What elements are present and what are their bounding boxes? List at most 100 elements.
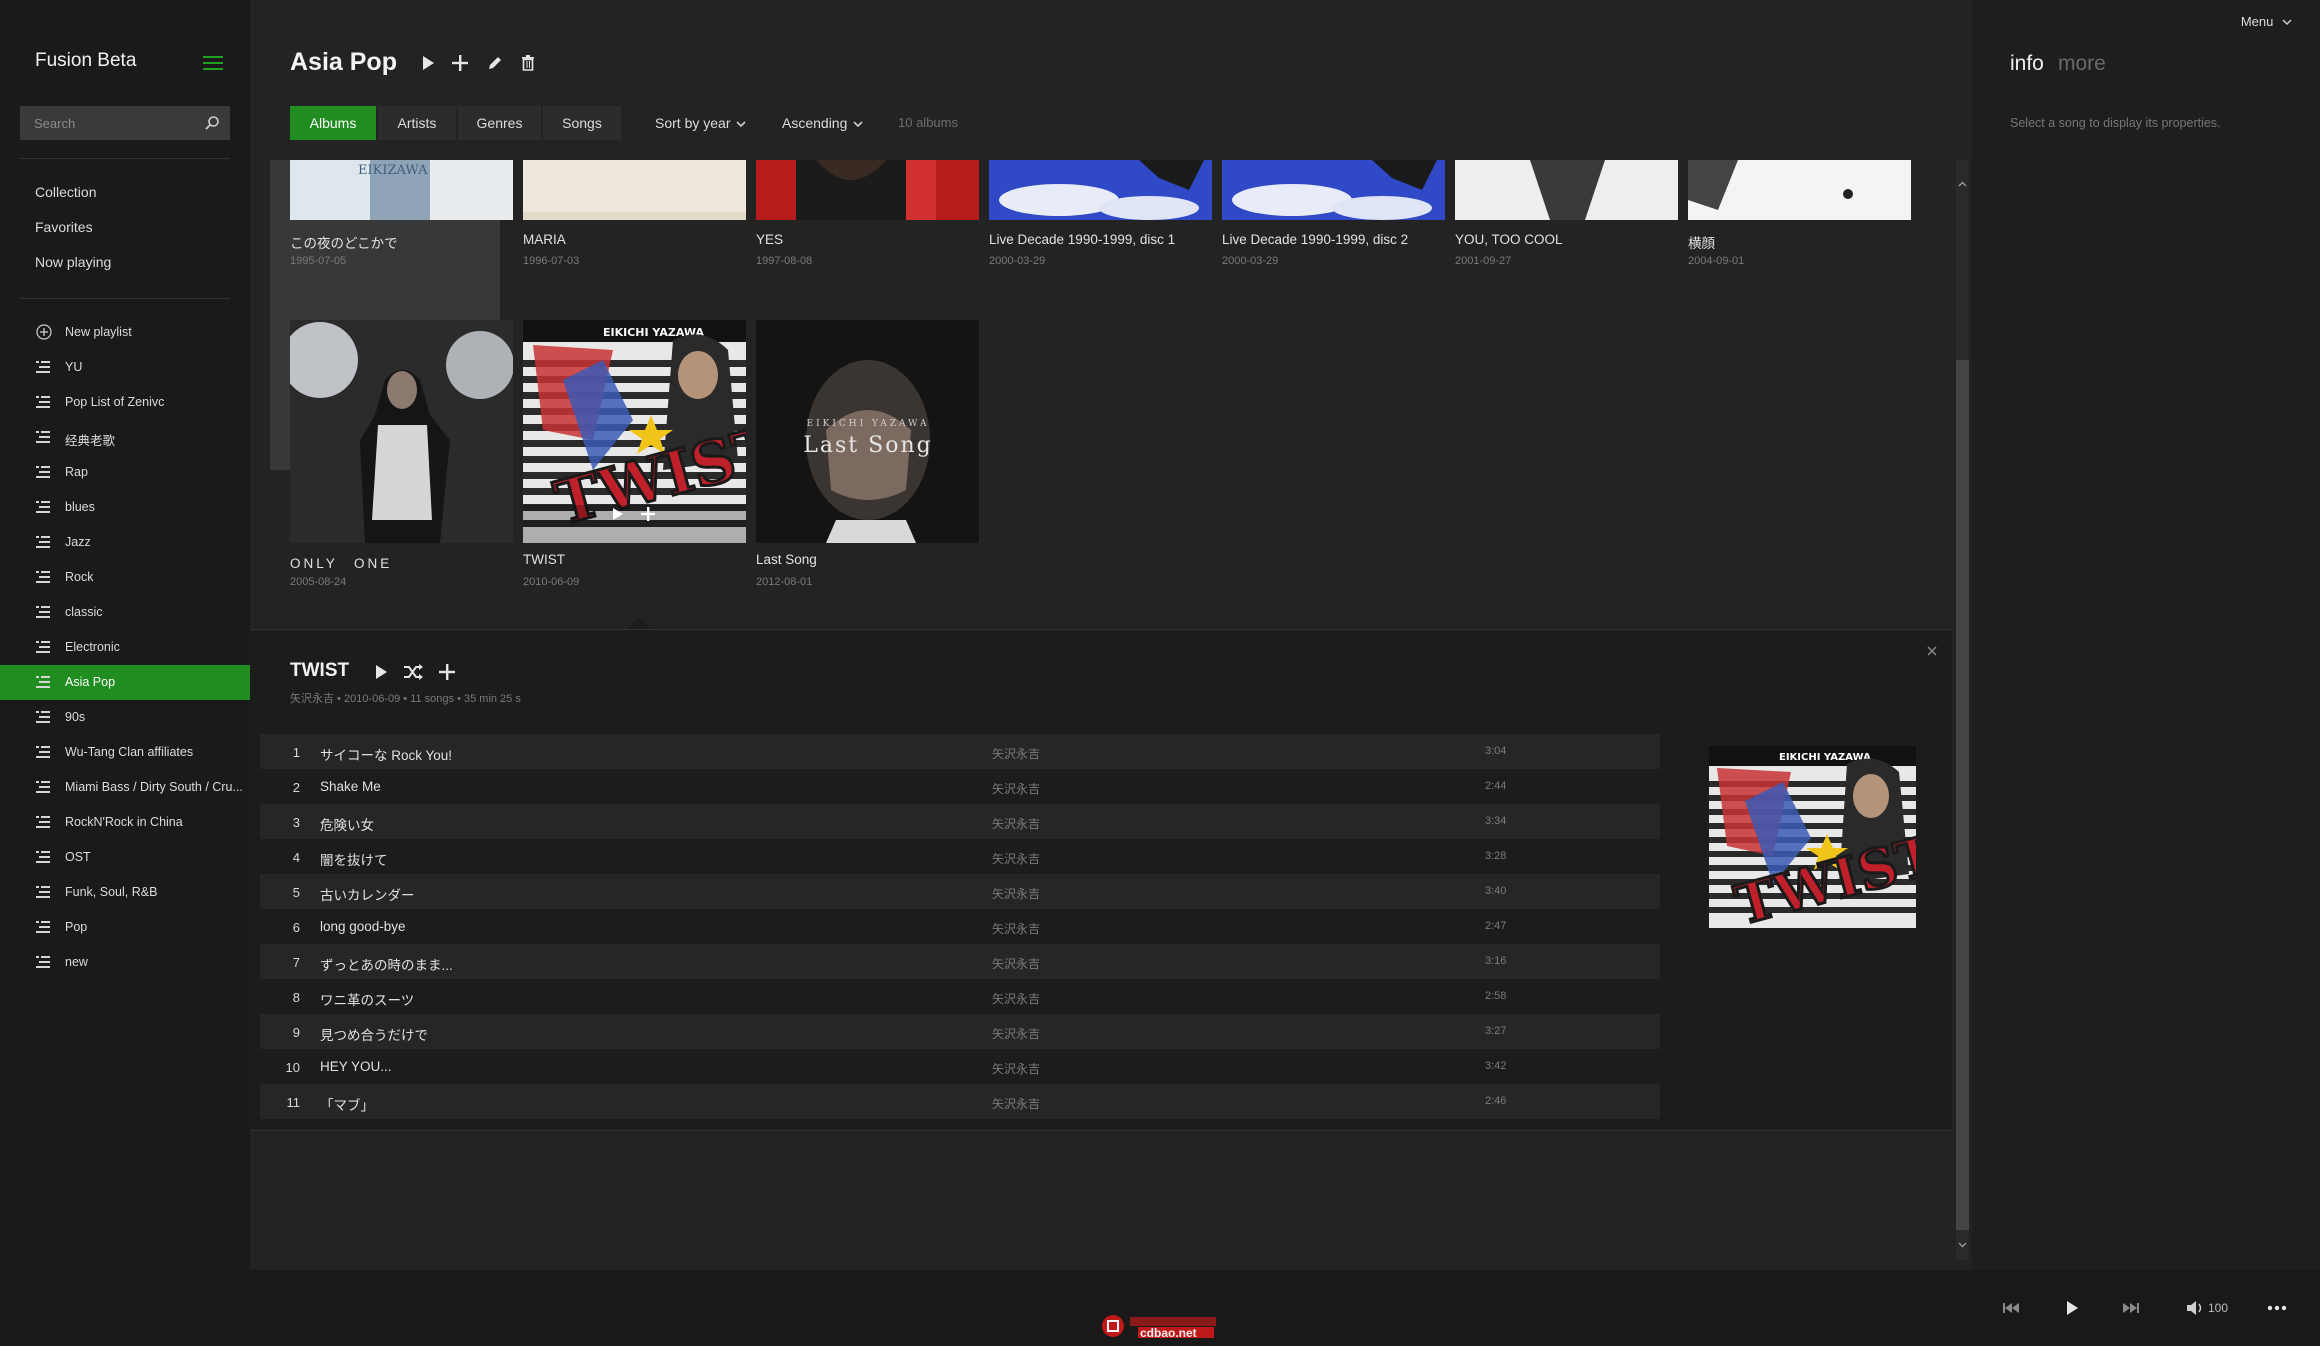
track-row[interactable]: 10 HEY YOU... 矢沢永吉 3:42 [260,1049,1660,1084]
shuffle-icon[interactable] [402,661,424,683]
track-title: 危険い女 [320,818,374,833]
track-title: サイコーな Rock You! [320,748,453,763]
sidebar-playlist-item[interactable]: Funk, Soul, R&B [0,875,250,910]
add-icon[interactable] [450,52,470,74]
album-date: 1997-08-08 [756,255,813,267]
watermark-text: cdbao.net [1140,1326,1197,1340]
tab-genres[interactable]: Genres [458,106,541,140]
track-row[interactable]: 3 危険い女 矢沢永吉 3:34 [260,804,1660,839]
track-row[interactable]: 7 ずっとあの時のまま... 矢沢永吉 3:16 [260,944,1660,979]
chevron-up-icon[interactable] [1958,180,1967,189]
playlist-icon [36,676,50,688]
add-icon[interactable] [436,661,458,683]
chevron-down-icon[interactable] [1958,1240,1967,1249]
hamburger-menu-icon[interactable] [203,56,223,70]
track-row[interactable]: 11 「マブ」 矢沢永吉 2:46 [260,1084,1660,1119]
close-icon[interactable] [1925,644,1939,658]
edit-icon[interactable] [485,52,505,74]
order-dropdown[interactable]: Ascending [782,106,863,140]
playlist-icon [36,886,50,898]
delete-icon[interactable] [518,52,538,74]
track-row[interactable]: 1 サイコーな Rock You! 矢沢永吉 3:04 [260,734,1660,769]
sidebar-playlist-item[interactable]: 经典老歌 [0,420,250,455]
track-number: 5 [292,885,300,900]
sidebar-playlist-item[interactable]: Electronic [0,630,250,665]
playlist-label: 90s [65,710,86,724]
tab-songs[interactable]: Songs [543,106,621,140]
play-icon[interactable] [418,52,438,74]
previous-icon[interactable] [1999,1297,2023,1319]
track-row[interactable]: 6 long good-bye 矢沢永吉 2:47 [260,909,1660,944]
playlist-label: Rock [65,570,94,584]
playlist-label: classic [65,605,103,619]
sort-dropdown[interactable]: Sort by year [655,106,747,140]
track-duration: 2:58 [1485,990,1507,1002]
sidebar-playlist-item[interactable]: Pop [0,910,250,945]
detail-meta: 矢沢永吉 • 2010-06-09 • 11 songs • 35 min 25… [290,693,521,705]
sidebar-playlist-item[interactable]: Rap [0,455,250,490]
sidebar-playlist-item[interactable]: Jazz [0,525,250,560]
tab-artists[interactable]: Artists [378,106,456,140]
track-duration: 3:16 [1485,955,1507,967]
detail-title: TWIST [290,660,350,681]
sidebar-playlist-item[interactable]: RockN'Rock in China [0,805,250,840]
tab-more[interactable]: more [2058,52,2106,76]
track-row[interactable]: 9 見つめ合うだけで 矢沢永吉 3:27 [260,1014,1660,1049]
playlist-label: Jazz [65,535,91,549]
new-playlist-button[interactable]: New playlist [0,315,250,350]
track-row[interactable]: 4 闇を抜けて 矢沢永吉 3:28 [260,839,1660,874]
sidebar-playlist-item[interactable]: 90s [0,700,250,735]
next-icon[interactable] [2119,1297,2143,1319]
play-icon[interactable] [610,506,626,522]
scrollbar[interactable] [1956,160,1969,1260]
play-icon[interactable] [370,661,392,683]
tab-albums[interactable]: Albums [290,106,376,140]
sidebar-playlist-item[interactable]: Miami Bass / Dirty South / Cru... [0,770,250,805]
album-count: 10 albums [898,115,958,130]
sidebar-playlist-item[interactable]: Rock [0,560,250,595]
track-duration: 2:46 [1485,1095,1507,1107]
add-icon[interactable] [640,506,656,522]
album-date: 2004-09-01 [1688,255,1745,267]
track-duration: 3:04 [1485,745,1507,757]
page-title: Asia Pop [290,48,397,76]
volume-icon[interactable] [2183,1297,2207,1319]
track-artist: 矢沢永吉 [992,747,1041,761]
play-icon[interactable] [2060,1297,2084,1319]
sidebar-playlist-item[interactable]: Pop List of Zenivc [0,385,250,420]
tab-info[interactable]: info [2010,52,2044,76]
volume-value: 100 [2208,1301,2229,1315]
track-row[interactable]: 2 Shake Me 矢沢永吉 2:44 [260,769,1660,804]
track-list: 1 サイコーな Rock You! 矢沢永吉 3:04 2 Shake Me 矢沢永吉 2:4… [260,734,1660,1119]
nav-favorites[interactable]: Favorites [35,219,93,235]
playlist-label: Electronic [65,640,120,654]
track-title: 古いカレンダー [320,888,415,903]
sidebar-playlist-item[interactable]: blues [0,490,250,525]
playlist-icon [36,431,50,443]
nav-collection[interactable]: Collection [35,184,96,200]
nav-now-playing[interactable]: Now playing [35,254,111,270]
album-grid: EIKIZAWA この夜のどこかで 1995-07-05 MARIA 1996-… [250,160,1952,629]
menu-button[interactable]: Menu [2241,14,2292,29]
sidebar-playlist-item[interactable]: Wu-Tang Clan affiliates [0,735,250,770]
album-art: EIKICHI YAZAWA TWIST [523,320,746,543]
track-title: HEY YOU... [320,1059,392,1074]
sidebar-playlist-item[interactable]: classic [0,595,250,630]
more-options-icon[interactable] [2265,1297,2289,1319]
sidebar-playlist-item[interactable]: YU [0,350,250,385]
track-row[interactable]: 8 ワニ革のスーツ 矢沢永吉 2:58 [260,979,1660,1014]
track-row[interactable]: 5 古いカレンダー 矢沢永吉 3:40 [260,874,1660,909]
search-icon[interactable] [204,115,220,131]
search-input[interactable] [20,106,196,140]
scrollbar-thumb[interactable] [1956,360,1969,1230]
album-title: この夜のどこかで [290,236,398,251]
sidebar-playlist-item[interactable]: Asia Pop [0,665,250,700]
album-date: 2010-06-09 [523,576,580,588]
playlist-icon [36,536,50,548]
app-title: Fusion Beta [35,50,137,71]
sidebar-playlist-item[interactable]: new [0,945,250,980]
sidebar-playlist-item[interactable]: OST [0,840,250,875]
album-cover: EIKICHI YAZAWA TWIST [1709,746,1916,928]
album-date: 2012-08-01 [756,576,813,588]
track-number: 2 [292,780,300,795]
